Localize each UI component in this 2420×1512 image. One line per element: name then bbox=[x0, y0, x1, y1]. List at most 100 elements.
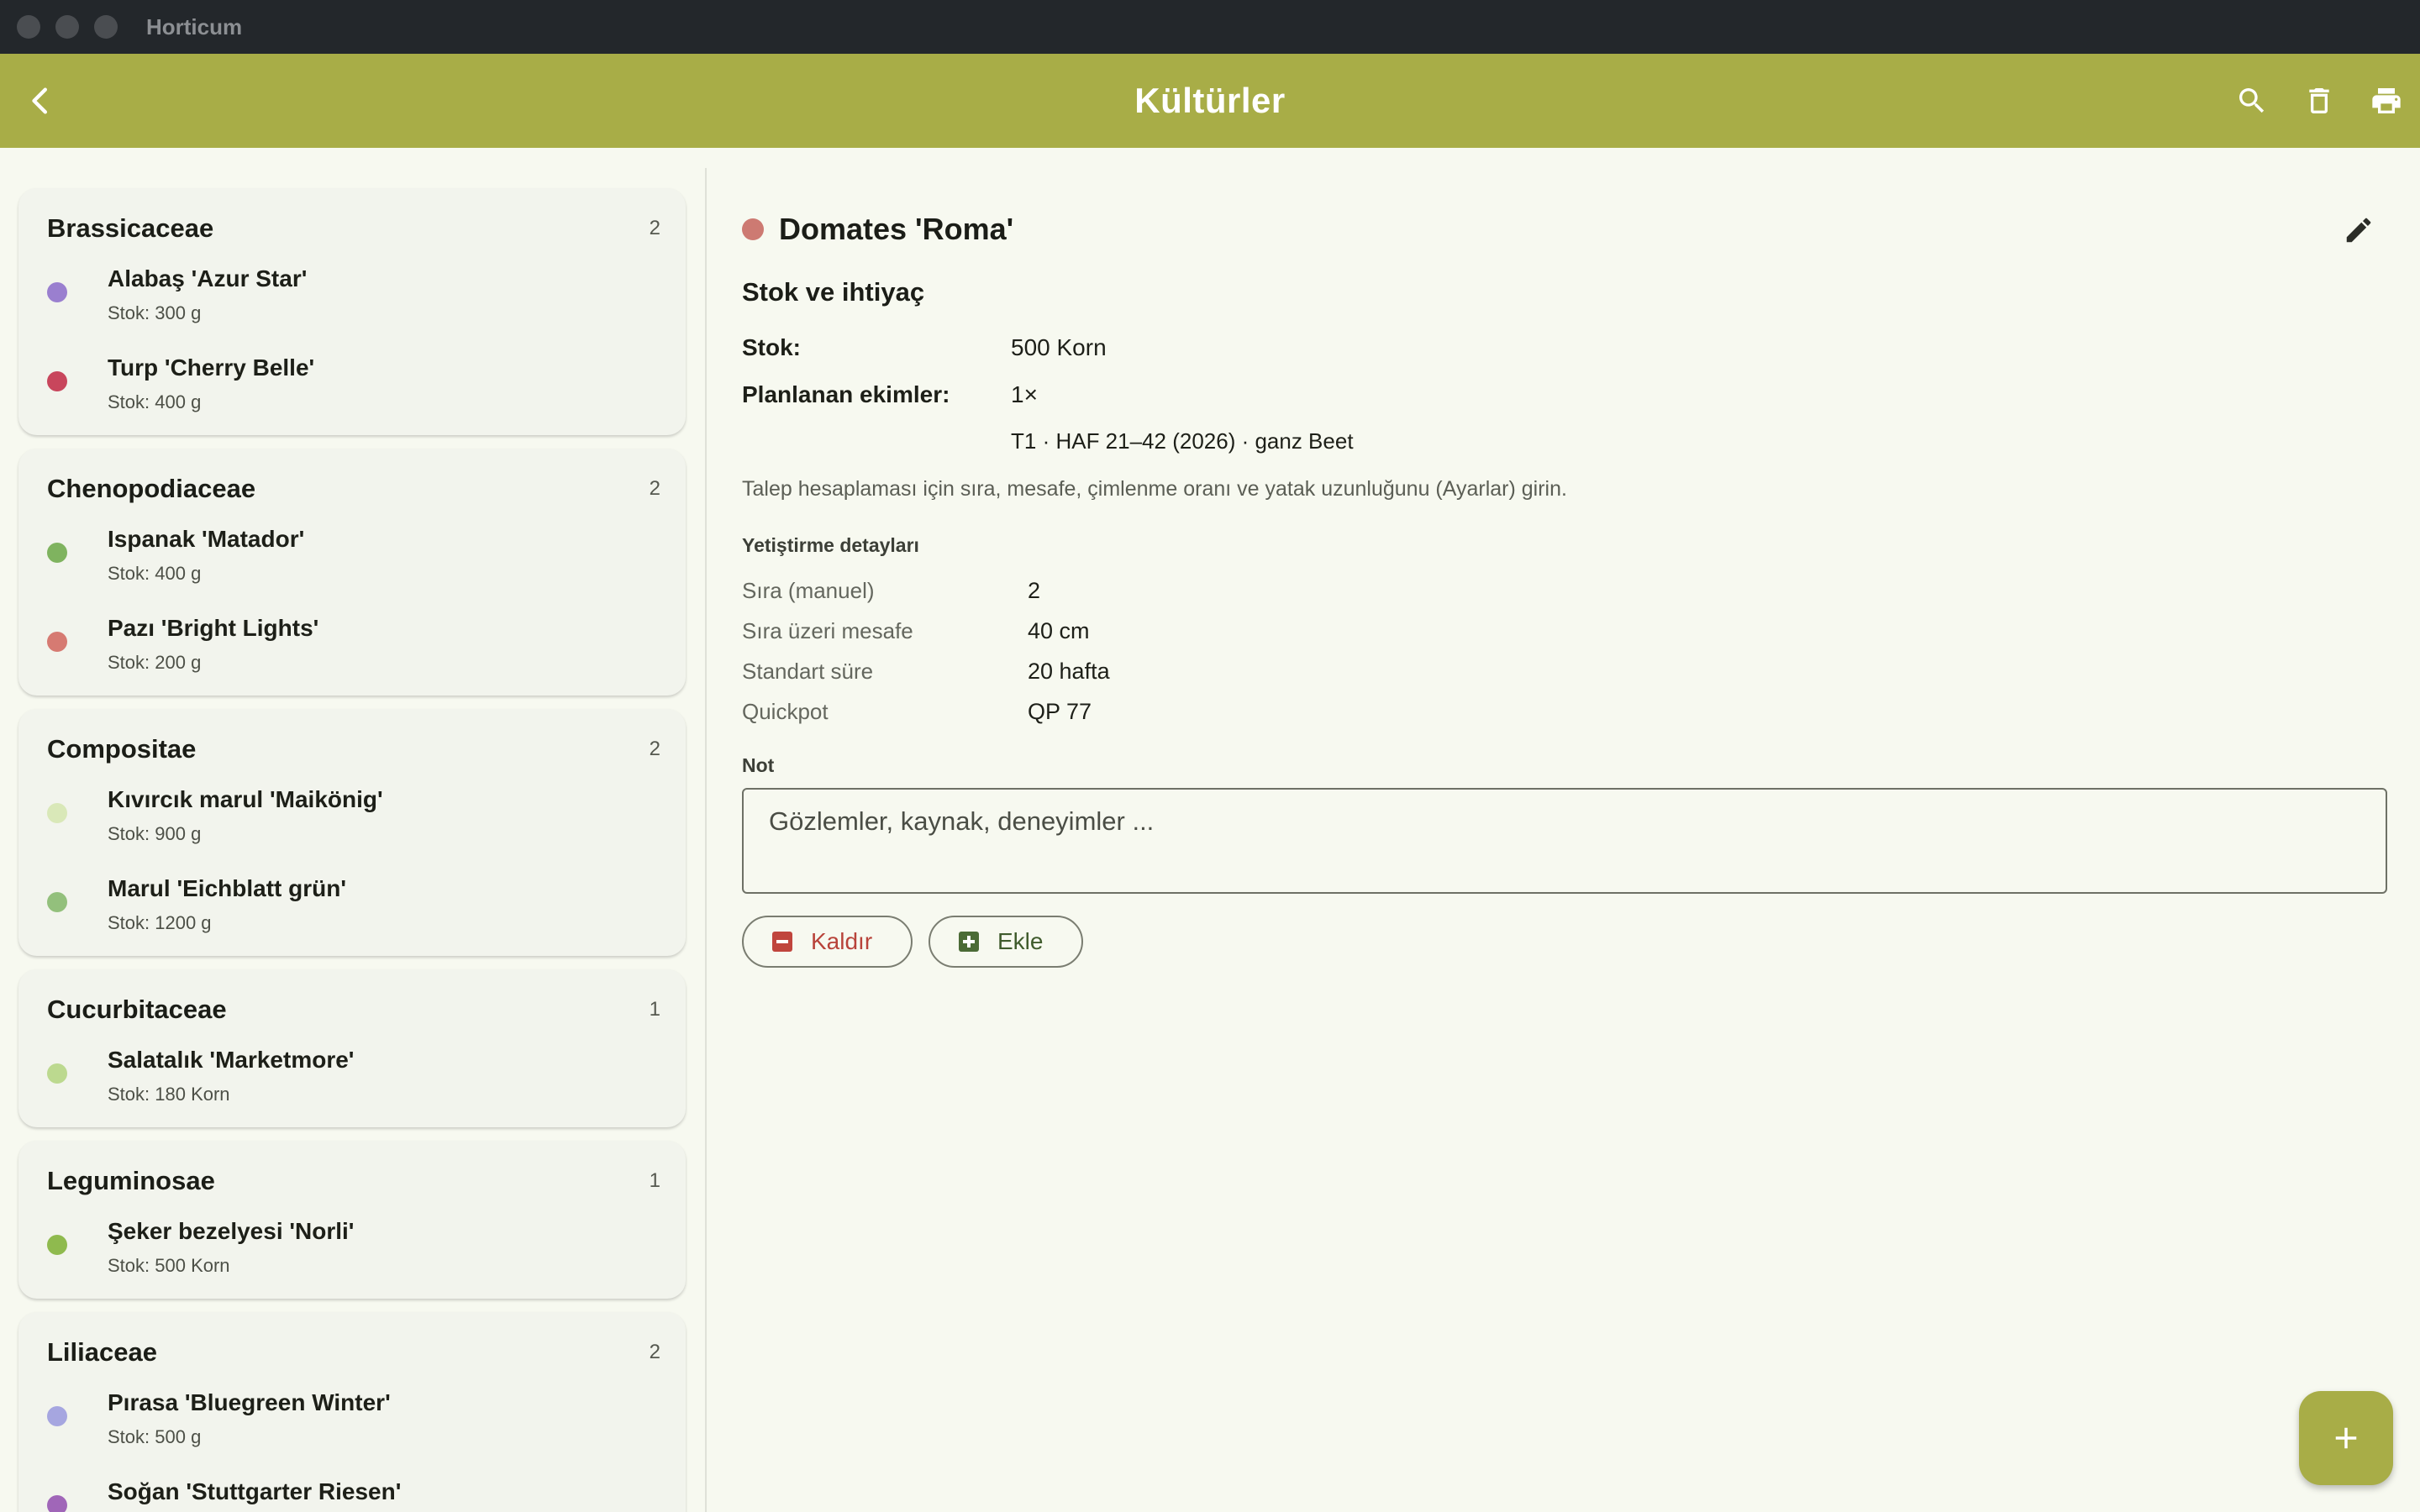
list-item[interactable]: Pazı 'Bright Lights' Stok: 200 g bbox=[47, 610, 660, 685]
demand-hint: Talep hesaplaması için sıra, mesafe, çim… bbox=[742, 477, 1567, 501]
list-item[interactable]: Alabaş 'Azur Star' Stok: 300 g bbox=[47, 260, 660, 336]
growing-label-spacing: Sıra üzeri mesafe bbox=[742, 618, 913, 643]
item-name: Marul 'Eichblatt grün' bbox=[108, 875, 346, 901]
item-stock: Stok: 900 g bbox=[108, 823, 202, 844]
item-stock: Stok: 1200 g bbox=[108, 912, 212, 933]
remove-label: Kaldır bbox=[811, 928, 873, 954]
window-titlebar: Horticum bbox=[0, 0, 2420, 54]
color-dot bbox=[47, 371, 67, 391]
item-stock: Stok: 500 g bbox=[108, 1426, 202, 1447]
group-header: Leguminosae 1 bbox=[47, 1166, 660, 1196]
item-stock: Stok: 500 Korn bbox=[108, 1255, 230, 1276]
remove-button[interactable]: Kaldır bbox=[742, 916, 913, 968]
growing-value-spacing: 40 cm bbox=[1028, 618, 1090, 643]
note-label: Not bbox=[742, 754, 775, 776]
delete-button[interactable] bbox=[2286, 67, 2353, 134]
add-button[interactable]: Ekle bbox=[929, 916, 1084, 968]
group-count: 2 bbox=[649, 738, 660, 760]
group-count: 1 bbox=[649, 998, 660, 1021]
culture-color-dot bbox=[742, 218, 764, 240]
item-name: Pırasa 'Bluegreen Winter' bbox=[108, 1389, 391, 1415]
stock-label: Stok: bbox=[742, 334, 801, 360]
print-button[interactable] bbox=[2353, 67, 2420, 134]
color-dot bbox=[47, 543, 67, 563]
list-item[interactable]: Turp 'Cherry Belle' Stok: 400 g bbox=[47, 349, 660, 425]
item-name: Alabaş 'Azur Star' bbox=[108, 265, 308, 291]
close-window-button[interactable] bbox=[17, 15, 40, 39]
group-liliaceae: Liliaceae 2 Pırasa 'Bluegreen Winter' St… bbox=[18, 1312, 686, 1512]
item-stock: Stok: 400 g bbox=[108, 563, 202, 584]
window-controls bbox=[17, 15, 118, 39]
back-button[interactable] bbox=[15, 76, 66, 126]
growing-label-duration: Standart süre bbox=[742, 659, 874, 684]
color-dot bbox=[47, 1235, 67, 1255]
item-name: Pazı 'Bright Lights' bbox=[108, 615, 319, 641]
plus-box-icon bbox=[959, 932, 979, 952]
item-name: Soğan 'Stuttgarter Riesen' bbox=[108, 1478, 402, 1504]
appbar-actions bbox=[2218, 54, 2420, 148]
search-button[interactable] bbox=[2218, 67, 2286, 134]
edit-button[interactable] bbox=[2335, 207, 2382, 254]
group-compositae: Compositae 2 Kıvırcık marul 'Maikönig' S… bbox=[18, 709, 686, 956]
list-item[interactable]: Şeker bezelyesi 'Norli' Stok: 500 Korn bbox=[47, 1213, 660, 1289]
search-icon bbox=[2239, 88, 2265, 113]
list-item[interactable]: Soğan 'Stuttgarter Riesen' bbox=[47, 1473, 660, 1512]
color-dot bbox=[47, 1406, 67, 1426]
group-name: Brassicaceae bbox=[47, 213, 214, 243]
group-name: Chenopodiaceae bbox=[47, 474, 256, 503]
note-input[interactable] bbox=[742, 788, 2387, 894]
planned-value: 1× bbox=[1011, 381, 1038, 407]
group-header: Cucurbitaceae 1 bbox=[47, 995, 660, 1025]
item-stock: Stok: 200 g bbox=[108, 652, 202, 673]
page-title: Kültürler bbox=[1134, 81, 1286, 120]
item-stock: Stok: 180 Korn bbox=[108, 1084, 230, 1105]
item-name: Ispanak 'Matador' bbox=[108, 526, 305, 552]
group-chenopodiaceae: Chenopodiaceae 2 Ispanak 'Matador' Stok:… bbox=[18, 449, 686, 696]
group-name: Cucurbitaceae bbox=[47, 995, 227, 1024]
group-header: Liliaceae 2 bbox=[47, 1337, 660, 1368]
growing-value-rows: 2 bbox=[1028, 578, 1041, 603]
group-name: Leguminosae bbox=[47, 1166, 215, 1195]
trash-icon bbox=[2309, 88, 2329, 113]
pencil-icon bbox=[2346, 218, 2371, 243]
color-dot bbox=[47, 1063, 67, 1084]
group-count: 2 bbox=[649, 477, 660, 500]
color-dot bbox=[47, 892, 67, 912]
color-dot bbox=[47, 632, 67, 652]
add-label: Ekle bbox=[997, 928, 1044, 954]
group-name: Compositae bbox=[47, 734, 197, 764]
culture-list[interactable]: Brassicaceae 2 Alabaş 'Azur Star' Stok: … bbox=[0, 148, 706, 1512]
group-leguminosae: Leguminosae 1 Şeker bezelyesi 'Norli' St… bbox=[18, 1141, 686, 1299]
item-name: Şeker bezelyesi 'Norli' bbox=[108, 1218, 355, 1244]
group-count: 2 bbox=[649, 217, 660, 239]
printer-icon bbox=[2372, 88, 2401, 113]
color-dot bbox=[47, 1495, 67, 1512]
culture-title: Domates 'Roma' bbox=[779, 212, 1014, 246]
list-item[interactable]: Marul 'Eichblatt grün' Stok: 1200 g bbox=[47, 870, 660, 946]
group-brassicaceae: Brassicaceae 2 Alabaş 'Azur Star' Stok: … bbox=[18, 188, 686, 435]
app-bar: Kültürler bbox=[0, 54, 2420, 148]
group-name: Liliaceae bbox=[47, 1337, 157, 1367]
culture-detail: Domates 'Roma' Stok ve ihtiyaç Stok: 500… bbox=[707, 148, 2420, 1512]
minus-box-icon bbox=[772, 932, 792, 952]
list-item[interactable]: Pırasa 'Bluegreen Winter' Stok: 500 g bbox=[47, 1384, 660, 1460]
group-header: Brassicaceae 2 bbox=[47, 213, 660, 244]
growing-label-rows: Sıra (manuel) bbox=[742, 578, 875, 603]
zoom-window-button[interactable] bbox=[94, 15, 118, 39]
list-item[interactable]: Kıvırcık marul 'Maikönig' Stok: 900 g bbox=[47, 781, 660, 857]
stock-value: 500 Korn bbox=[1011, 334, 1107, 360]
list-item[interactable]: Salatalık 'Marketmore' Stok: 180 Korn bbox=[47, 1042, 660, 1117]
item-stock: Stok: 400 g bbox=[108, 391, 202, 412]
window-title: Horticum bbox=[146, 13, 243, 39]
group-count: 2 bbox=[649, 1341, 660, 1363]
stock-section-title: Stok ve ihtiyaç bbox=[742, 277, 925, 307]
minimize-window-button[interactable] bbox=[55, 15, 79, 39]
growing-label-quickpot: Quickpot bbox=[742, 699, 829, 724]
add-culture-fab[interactable] bbox=[2299, 1391, 2393, 1485]
item-name: Turp 'Cherry Belle' bbox=[108, 354, 315, 381]
planned-label: Planlanan ekimler: bbox=[742, 381, 950, 407]
group-header: Compositae 2 bbox=[47, 734, 660, 764]
color-dot bbox=[47, 282, 67, 302]
list-item[interactable]: Ispanak 'Matador' Stok: 400 g bbox=[47, 521, 660, 596]
planned-detail: T1 · HAF 21–42 (2026) · ganz Beet bbox=[1011, 428, 1354, 454]
